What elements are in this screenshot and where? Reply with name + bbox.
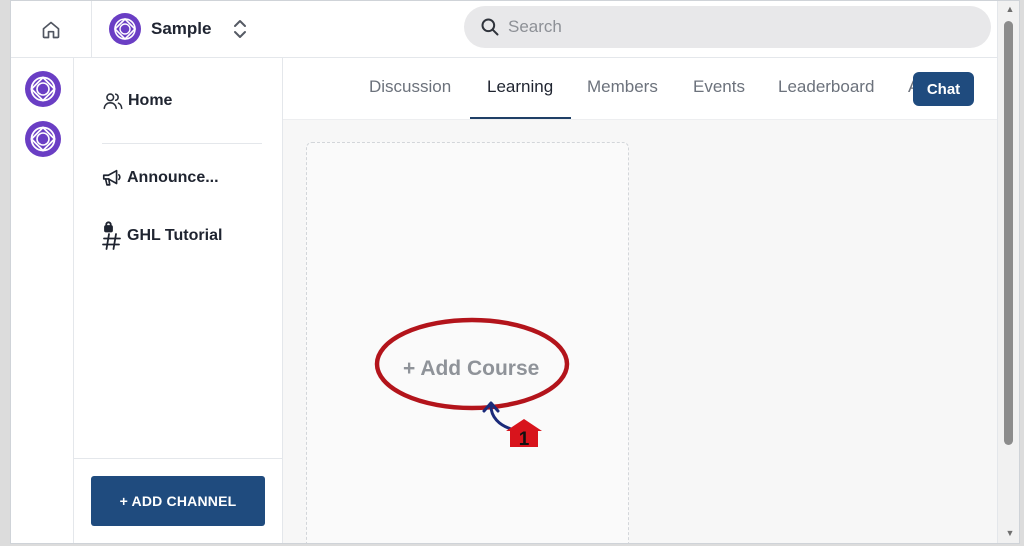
tab-members[interactable]: Members xyxy=(587,77,658,97)
sidebar-item-ghl-tutorial[interactable]: GHL Tutorial xyxy=(101,221,222,251)
community-logo-icon xyxy=(109,13,141,45)
tab-learning[interactable]: Learning xyxy=(487,77,553,97)
tab-events[interactable]: Events xyxy=(693,77,745,97)
scrollbar[interactable]: ▲ ▼ xyxy=(997,1,1019,543)
megaphone-icon xyxy=(102,169,121,186)
chat-button[interactable]: Chat xyxy=(913,72,974,106)
tab-leaderboard[interactable]: Leaderboard xyxy=(778,77,874,97)
chevron-up-down-icon xyxy=(234,20,247,38)
community-name: Sample xyxy=(151,19,212,38)
community-logo-icon[interactable] xyxy=(25,71,61,107)
home-button[interactable] xyxy=(11,1,92,58)
community-logo-icon[interactable] xyxy=(25,121,61,157)
home-icon xyxy=(42,21,60,38)
sidebar-item-home[interactable]: Home xyxy=(102,90,172,112)
search-input[interactable] xyxy=(508,17,948,37)
sidebar-item-label: GHL Tutorial xyxy=(127,227,223,244)
users-icon xyxy=(103,93,123,110)
tab-discussion[interactable]: Discussion xyxy=(369,77,451,97)
add-channel-button[interactable]: + ADD CHANNEL xyxy=(91,476,265,526)
tab-bar: Discussion Learning Members Events Leade… xyxy=(283,58,997,120)
locked-hash-icon xyxy=(102,221,121,250)
community-switcher[interactable]: Sample xyxy=(109,10,249,48)
search-icon xyxy=(481,18,499,36)
sidebar-item-label: Home xyxy=(128,92,173,109)
channel-sidebar: Home Announce... GHL Tutorial + ADD CHAN… xyxy=(74,58,283,543)
search-bar[interactable] xyxy=(464,6,991,48)
community-rail xyxy=(11,58,74,543)
active-tab-indicator xyxy=(470,117,571,119)
sidebar-item-announcements[interactable]: Announce... xyxy=(101,167,219,189)
scroll-up-icon[interactable]: ▲ xyxy=(998,1,1019,17)
scroll-down-icon[interactable]: ▼ xyxy=(998,525,1019,541)
add-course-card[interactable]: + Add Course xyxy=(306,142,629,543)
top-bar: Sample xyxy=(11,1,1019,58)
sidebar-divider xyxy=(102,143,262,144)
app-window: Sample Search Home Announce... GHL Tutor… xyxy=(10,0,1020,544)
add-course-label[interactable]: + Add Course xyxy=(403,357,539,381)
sidebar-divider xyxy=(74,458,283,459)
sidebar-item-label: Announce... xyxy=(127,169,219,186)
main-content: Discussion Learning Members Events Leade… xyxy=(283,58,997,543)
scrollbar-thumb[interactable] xyxy=(1004,21,1013,445)
